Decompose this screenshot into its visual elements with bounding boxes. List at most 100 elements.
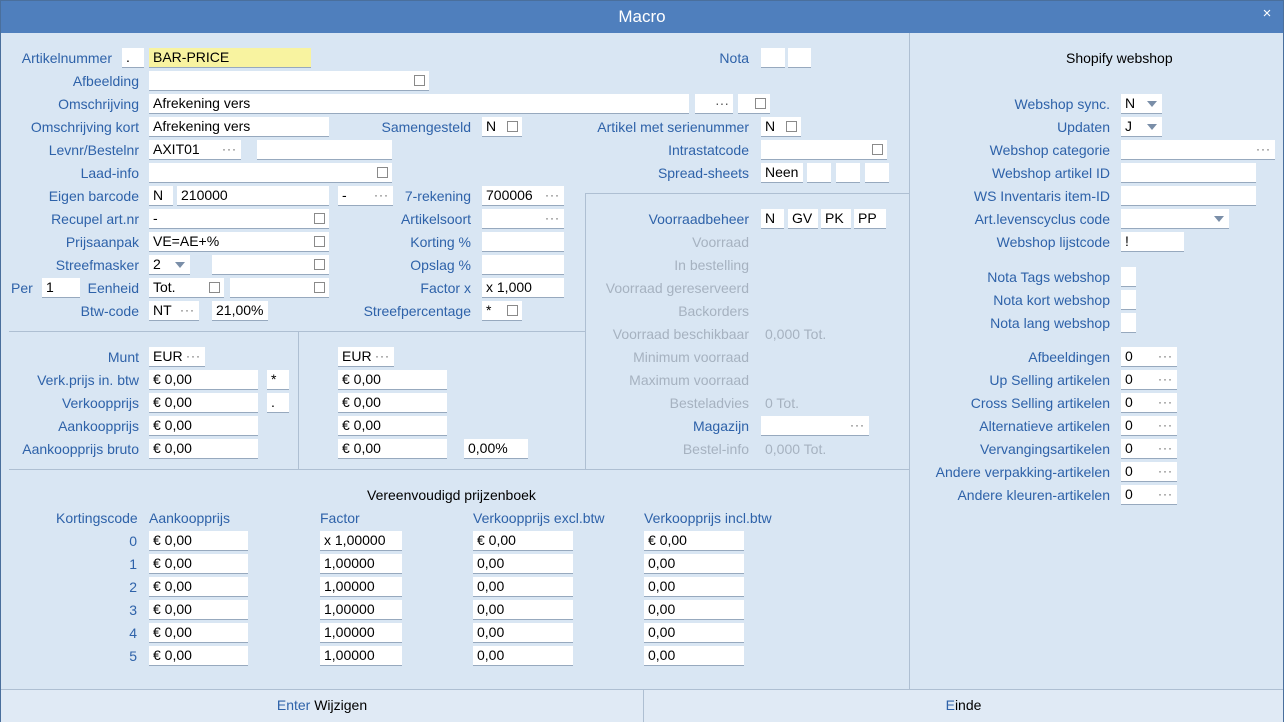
- verkoopprijs1-input[interactable]: € 0,00: [149, 393, 258, 413]
- streefmasker-checkbox[interactable]: [314, 259, 325, 270]
- streefpercentage-checkbox[interactable]: [507, 305, 518, 316]
- factor-input-2[interactable]: 1,00000: [320, 577, 402, 597]
- categorie-more-icon[interactable]: ···: [1256, 140, 1271, 159]
- cross-selling-input[interactable]: 0 ···: [1121, 393, 1177, 413]
- magazijn-more-icon[interactable]: ···: [850, 416, 865, 435]
- up-selling-input[interactable]: 0 ···: [1121, 370, 1177, 390]
- verkoop-excl-input-5[interactable]: 0,00: [473, 646, 573, 666]
- close-icon[interactable]: ×: [1259, 6, 1275, 22]
- zeven-rekening-more-icon[interactable]: ···: [545, 186, 560, 205]
- recupel-input[interactable]: -: [149, 209, 329, 229]
- aankoop-input-0[interactable]: € 0,00: [149, 531, 248, 551]
- spread-sheets-input[interactable]: Neen: [761, 163, 803, 183]
- afbeelding-input[interactable]: [149, 71, 429, 91]
- alternatieve-input[interactable]: 0 ···: [1121, 416, 1177, 436]
- barcode-extra-input[interactable]: - ···: [338, 186, 393, 206]
- aankoopprijs-bruto1-input[interactable]: € 0,00: [149, 439, 258, 459]
- afbeelding-checkbox[interactable]: [414, 75, 425, 86]
- andere-kleuren-input[interactable]: 0 ···: [1121, 485, 1177, 505]
- zeven-rekening-input[interactable]: 700006 ···: [482, 186, 564, 206]
- cross-selling-more-icon[interactable]: ···: [1158, 393, 1173, 412]
- omschrijving-checkbox[interactable]: [755, 98, 766, 109]
- omschrijving-input[interactable]: Afrekening vers: [149, 94, 689, 114]
- einde-button[interactable]: Einde: [644, 689, 1283, 722]
- btw-code-input[interactable]: NT ···: [149, 301, 199, 321]
- webshop-lijstcode-input[interactable]: !: [1121, 232, 1184, 252]
- factor-input-5[interactable]: 1,00000: [320, 646, 402, 666]
- barcode-input[interactable]: 210000: [177, 186, 329, 206]
- barcode-type-input[interactable]: N: [149, 186, 173, 206]
- aankoop-input-5[interactable]: € 0,00: [149, 646, 248, 666]
- voorraadbeheer-pk[interactable]: PK: [821, 209, 851, 229]
- samengesteld-input[interactable]: N: [482, 117, 522, 137]
- opslag-input[interactable]: [482, 255, 564, 275]
- spread-sheets-input-4[interactable]: [865, 163, 889, 183]
- per-input[interactable]: 1: [42, 278, 80, 298]
- andere-kleuren-more-icon[interactable]: ···: [1158, 485, 1173, 504]
- prijsaanpak-checkbox[interactable]: [314, 236, 325, 247]
- prijsaanpak-input[interactable]: VE=AE+%: [149, 232, 329, 252]
- omschrijving-more-button[interactable]: ···: [695, 94, 733, 114]
- spread-sheets-input-3[interactable]: [836, 163, 860, 183]
- webshop-categorie-input[interactable]: ···: [1121, 140, 1275, 160]
- ws-inventaris-id-input[interactable]: [1121, 186, 1256, 206]
- aankoop-input-4[interactable]: € 0,00: [149, 623, 248, 643]
- webshop-sync-select[interactable]: N: [1121, 94, 1162, 114]
- chevron-down-icon[interactable]: [1214, 216, 1224, 222]
- aankoop-input-1[interactable]: € 0,00: [149, 554, 248, 574]
- verkoop-incl-input-4[interactable]: 0,00: [644, 623, 744, 643]
- afbeeldingen-more-icon[interactable]: ···: [1158, 347, 1173, 366]
- verkoop-incl-input-0[interactable]: € 0,00: [644, 531, 744, 551]
- factor-input-3[interactable]: 1,00000: [320, 600, 402, 620]
- recupel-checkbox[interactable]: [314, 213, 325, 224]
- samengesteld-checkbox[interactable]: [507, 121, 518, 132]
- munt1-more-icon[interactable]: ···: [186, 347, 201, 366]
- verkoop-excl-input-0[interactable]: € 0,00: [473, 531, 573, 551]
- verkoopprijs2-input[interactable]: € 0,00: [338, 393, 447, 413]
- nota-tags-input[interactable]: [1121, 267, 1136, 287]
- levnr-extra-input[interactable]: [257, 140, 392, 160]
- verkoop-incl-input-1[interactable]: 0,00: [644, 554, 744, 574]
- verkoop-excl-input-4[interactable]: 0,00: [473, 623, 573, 643]
- factor-input-4[interactable]: 1,00000: [320, 623, 402, 643]
- aankoopprijs1-input[interactable]: € 0,00: [149, 416, 258, 436]
- eenheid-input[interactable]: Tot.: [149, 278, 224, 298]
- levnr-input[interactable]: AXIT01 ···: [149, 140, 241, 160]
- omschrijving-extra[interactable]: [738, 94, 770, 114]
- aankoop-pct-input[interactable]: 0,00%: [464, 439, 528, 459]
- btw-pct-input[interactable]: 21,00%: [212, 301, 268, 321]
- laad-info-input[interactable]: [149, 163, 392, 183]
- verkprijs-btw-flag[interactable]: *: [267, 370, 289, 390]
- nota-lang-input[interactable]: [1121, 313, 1136, 333]
- aankoop-input-2[interactable]: € 0,00: [149, 577, 248, 597]
- factor-input-1[interactable]: 1,00000: [320, 554, 402, 574]
- verkoop-incl-input-5[interactable]: 0,00: [644, 646, 744, 666]
- intrastatcode-input[interactable]: [761, 140, 887, 160]
- serienummer-input[interactable]: N: [761, 117, 801, 137]
- eenheid-extra[interactable]: [230, 278, 329, 298]
- verkoop-incl-input-2[interactable]: 0,00: [644, 577, 744, 597]
- artikelnummer-input[interactable]: BAR-PRICE: [149, 48, 311, 68]
- eenheid-checkbox[interactable]: [209, 282, 220, 293]
- streefpercentage-input[interactable]: *: [482, 301, 522, 321]
- andere-verpakking-input[interactable]: 0 ···: [1121, 462, 1177, 482]
- up-selling-more-icon[interactable]: ···: [1158, 370, 1173, 389]
- factor-input-0[interactable]: x 1,00000: [320, 531, 402, 551]
- levnr-more-icon[interactable]: ···: [222, 140, 237, 159]
- streefmasker-select[interactable]: 2: [149, 255, 190, 275]
- munt2-input[interactable]: EUR ···: [338, 347, 394, 367]
- vervanging-more-icon[interactable]: ···: [1158, 439, 1173, 458]
- spread-sheets-input-2[interactable]: [807, 163, 831, 183]
- intrastatcode-checkbox[interactable]: [872, 144, 883, 155]
- verkprijs-btw2-input[interactable]: € 0,00: [338, 370, 447, 390]
- chevron-down-icon[interactable]: [175, 262, 185, 268]
- vervanging-input[interactable]: 0 ···: [1121, 439, 1177, 459]
- artikelsoort-more-icon[interactable]: ···: [545, 209, 560, 228]
- levenscyclus-select[interactable]: [1121, 209, 1229, 229]
- btw-more-icon[interactable]: ···: [180, 301, 195, 320]
- munt1-input[interactable]: EUR ···: [149, 347, 205, 367]
- streefmasker-extra[interactable]: [212, 255, 329, 275]
- aankoop-input-3[interactable]: € 0,00: [149, 600, 248, 620]
- factor-input[interactable]: x 1,000: [482, 278, 564, 298]
- verkoop-excl-input-2[interactable]: 0,00: [473, 577, 573, 597]
